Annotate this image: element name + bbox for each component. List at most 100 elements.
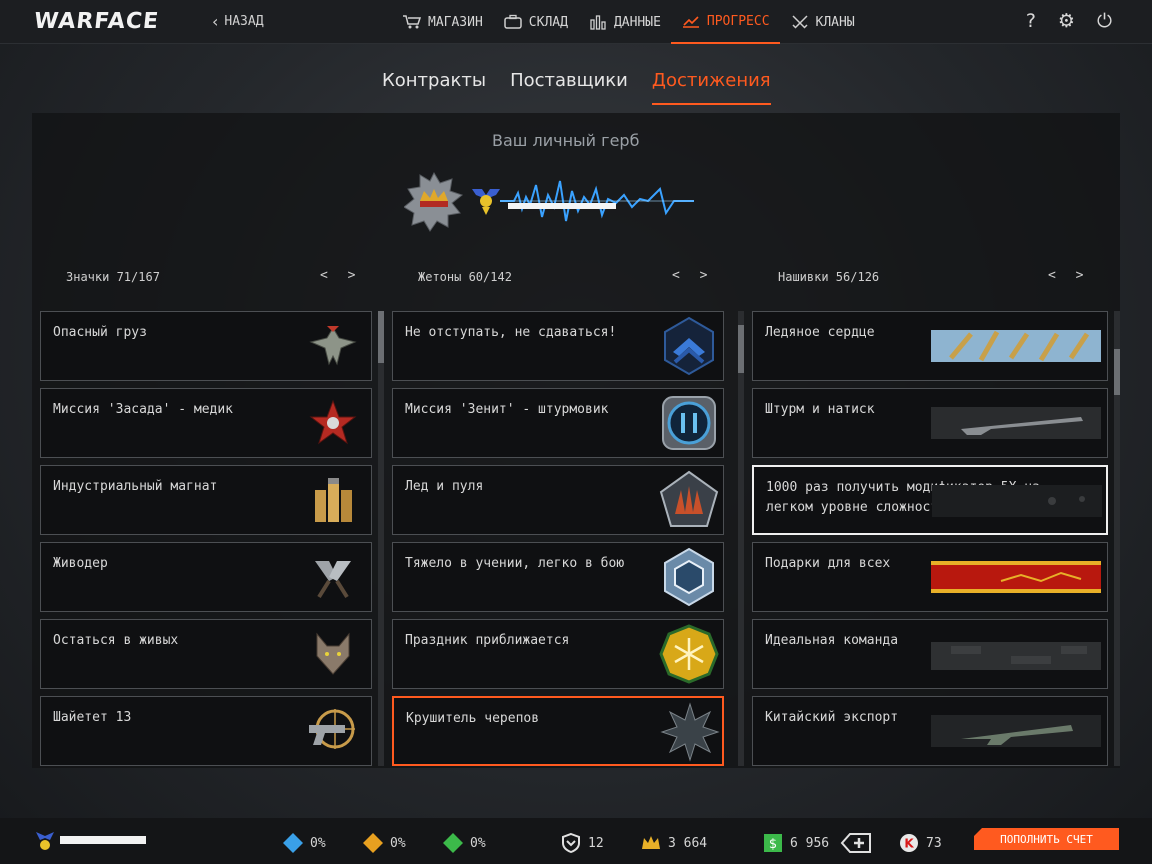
top-bar: WARFACE ‹ НАЗАД МАГАЗИН СКЛАД ДАННЫЕ ПРО… — [0, 0, 1152, 44]
list-item[interactable]: Тяжело в учении, легко в бою — [392, 542, 724, 612]
gold-snowflake-token-icon — [659, 624, 719, 684]
item-name: Тяжело в учении, легко в бою — [405, 556, 625, 571]
nav-shop[interactable]: МАГАЗИН — [392, 0, 493, 44]
blue-ring-token-icon — [662, 396, 716, 450]
camo-stripe-icon — [931, 642, 1101, 670]
xp-booster-icon — [283, 833, 303, 853]
nav-inventory-label: СКЛАД — [528, 14, 568, 30]
list-item[interactable]: Ледяное сердце — [752, 311, 1108, 381]
item-name: Крушитель черепов — [406, 711, 540, 726]
xp-booster-value: 0% — [310, 835, 326, 851]
tab-suppliers[interactable]: Поставщики — [510, 70, 628, 105]
item-name: Шайетет 13 — [53, 710, 132, 725]
kredit-icon: K — [900, 834, 918, 852]
stripes-header: Нашивки 56/126 — [778, 270, 880, 284]
item-name: Миссия 'Засада' - медик — [53, 402, 234, 417]
coat-of-arms-preview — [404, 171, 694, 232]
power-icon[interactable]: ⏻ — [1097, 10, 1112, 32]
gear-icon[interactable]: ⚙ — [1058, 10, 1075, 32]
stripes-scrollbar[interactable] — [1114, 311, 1120, 766]
money-currency-value: 6 956 — [790, 835, 830, 851]
list-item[interactable]: Живодер — [40, 542, 372, 612]
list-item[interactable]: Остаться в живых — [40, 619, 372, 689]
topup-button[interactable]: ПОПОЛНИТЬ СЧЕТ — [974, 828, 1119, 850]
nav-clans[interactable]: КЛАНЫ — [780, 0, 865, 44]
rifle-stripe-icon — [931, 407, 1101, 439]
nav-inventory[interactable]: СКЛАД — [493, 0, 578, 44]
svg-text:K: K — [904, 837, 914, 851]
scroll-thumb[interactable] — [1114, 349, 1120, 395]
tab-contracts[interactable]: Контракты — [382, 70, 486, 105]
winged-eagle-token-icon — [472, 189, 500, 215]
list-item[interactable]: Праздник приближается — [392, 619, 724, 689]
tokens-list: Не отступать, не сдаваться! Миссия 'Зени… — [392, 303, 738, 768]
list-item[interactable]: Шайетет 13 — [40, 696, 372, 766]
dollar-icon: $ — [764, 834, 782, 852]
stripes-pager[interactable]: < > — [1048, 268, 1089, 283]
list-item[interactable]: Опасный груз — [40, 311, 372, 381]
nav-progress-label: ПРОГРЕСС — [706, 13, 770, 29]
add-currency-button[interactable] — [840, 832, 872, 854]
sub-tabs: Контракты Поставщики Достижения — [382, 70, 771, 105]
blue-chevron-token-icon — [664, 316, 714, 376]
list-item[interactable]: 1000 раз получить модификатор 5X на легк… — [752, 465, 1108, 535]
badges-list: Опасный груз Миссия 'Засада' - медик Инд… — [40, 303, 384, 768]
badges-pager[interactable]: < > — [320, 268, 361, 283]
shield-currency-value: 12 — [588, 835, 604, 851]
logo: WARFACE — [32, 9, 161, 34]
red-star-badge-icon — [309, 399, 357, 445]
chevron-left-icon: ‹ — [212, 12, 219, 31]
tokens-pager[interactable]: < > — [672, 268, 713, 283]
wolf-head-badge-icon — [316, 632, 350, 675]
crown-icon — [642, 836, 660, 849]
assault-rifle-stripe-icon — [931, 715, 1101, 747]
money-currency: $ 6 956 — [762, 832, 829, 854]
add-currency-icon — [840, 833, 871, 853]
kredit-currency: K 73 — [898, 832, 942, 854]
blue-waveform-stripe-icon — [500, 180, 694, 222]
scroll-thumb[interactable] — [378, 311, 384, 363]
crossed-swords-icon — [792, 15, 808, 29]
list-item[interactable]: Лед и пуля — [392, 465, 724, 535]
tokens-scrollbar[interactable] — [738, 311, 744, 766]
list-item[interactable]: Не отступать, не сдаваться! — [392, 311, 724, 381]
list-item[interactable]: Штурм и натиск — [752, 388, 1108, 458]
vp-booster: 0% — [362, 832, 406, 854]
scroll-thumb[interactable] — [738, 325, 744, 373]
item-name: Не отступать, не сдаваться! — [405, 325, 617, 340]
hexagon-snowflake-token-icon — [664, 547, 714, 607]
eagle-badge-icon — [309, 326, 357, 366]
money-booster: 0% — [442, 832, 486, 854]
pentagon-claw-token-icon — [659, 470, 719, 527]
nav-progress[interactable]: ПРОГРЕСС — [670, 0, 780, 44]
red-gold-stripe-icon — [931, 561, 1101, 593]
tab-achievements[interactable]: Достижения — [651, 70, 771, 105]
ammo-shells-badge-icon — [315, 478, 352, 522]
dark-metal-stripe-icon — [932, 485, 1102, 517]
nav-shop-label: МАГАЗИН — [428, 14, 483, 30]
item-name: Остаться в живых — [53, 633, 179, 648]
ice-bullets-stripe-icon — [931, 330, 1101, 362]
list-item[interactable]: Индустриальный магнат — [40, 465, 372, 535]
crown-currency: 3 664 — [640, 832, 707, 854]
pistol-crosshair-badge-icon — [309, 709, 355, 749]
back-button[interactable]: ‹ НАЗАД — [212, 12, 264, 31]
bottom-bar: 0% 0% 0% 12 3 664 $ 6 956 K 73 ПОПОЛНИТЬ… — [0, 818, 1152, 864]
player-name-redacted — [60, 836, 146, 844]
badges-scrollbar[interactable] — [378, 311, 384, 766]
list-item[interactable]: Миссия 'Засада' - медик — [40, 388, 372, 458]
nav-stats[interactable]: ДАННЫЕ — [578, 0, 671, 44]
list-item[interactable]: Идеальная команда — [752, 619, 1108, 689]
item-name: Опасный груз — [53, 325, 147, 340]
dark-star-token-icon — [660, 702, 720, 762]
help-icon[interactable]: ? — [1026, 10, 1036, 32]
item-name: Миссия 'Зенит' - штурмовик — [405, 402, 609, 417]
xp-booster: 0% — [282, 832, 326, 854]
list-item[interactable]: Подарки для всех — [752, 542, 1108, 612]
stripes-list: Ледяное сердце Штурм и натиск 1000 раз п… — [752, 303, 1122, 768]
list-item[interactable]: Китайский экспорт — [752, 696, 1108, 766]
list-item[interactable]: Миссия 'Зенит' - штурмовик — [392, 388, 724, 458]
achievements-panel: Ваш личный герб Значки 71/167 < > Жетоны… — [32, 113, 1120, 768]
list-item[interactable]: Крушитель черепов — [392, 696, 724, 766]
tokens-header: Жетоны 60/142 — [418, 270, 512, 284]
